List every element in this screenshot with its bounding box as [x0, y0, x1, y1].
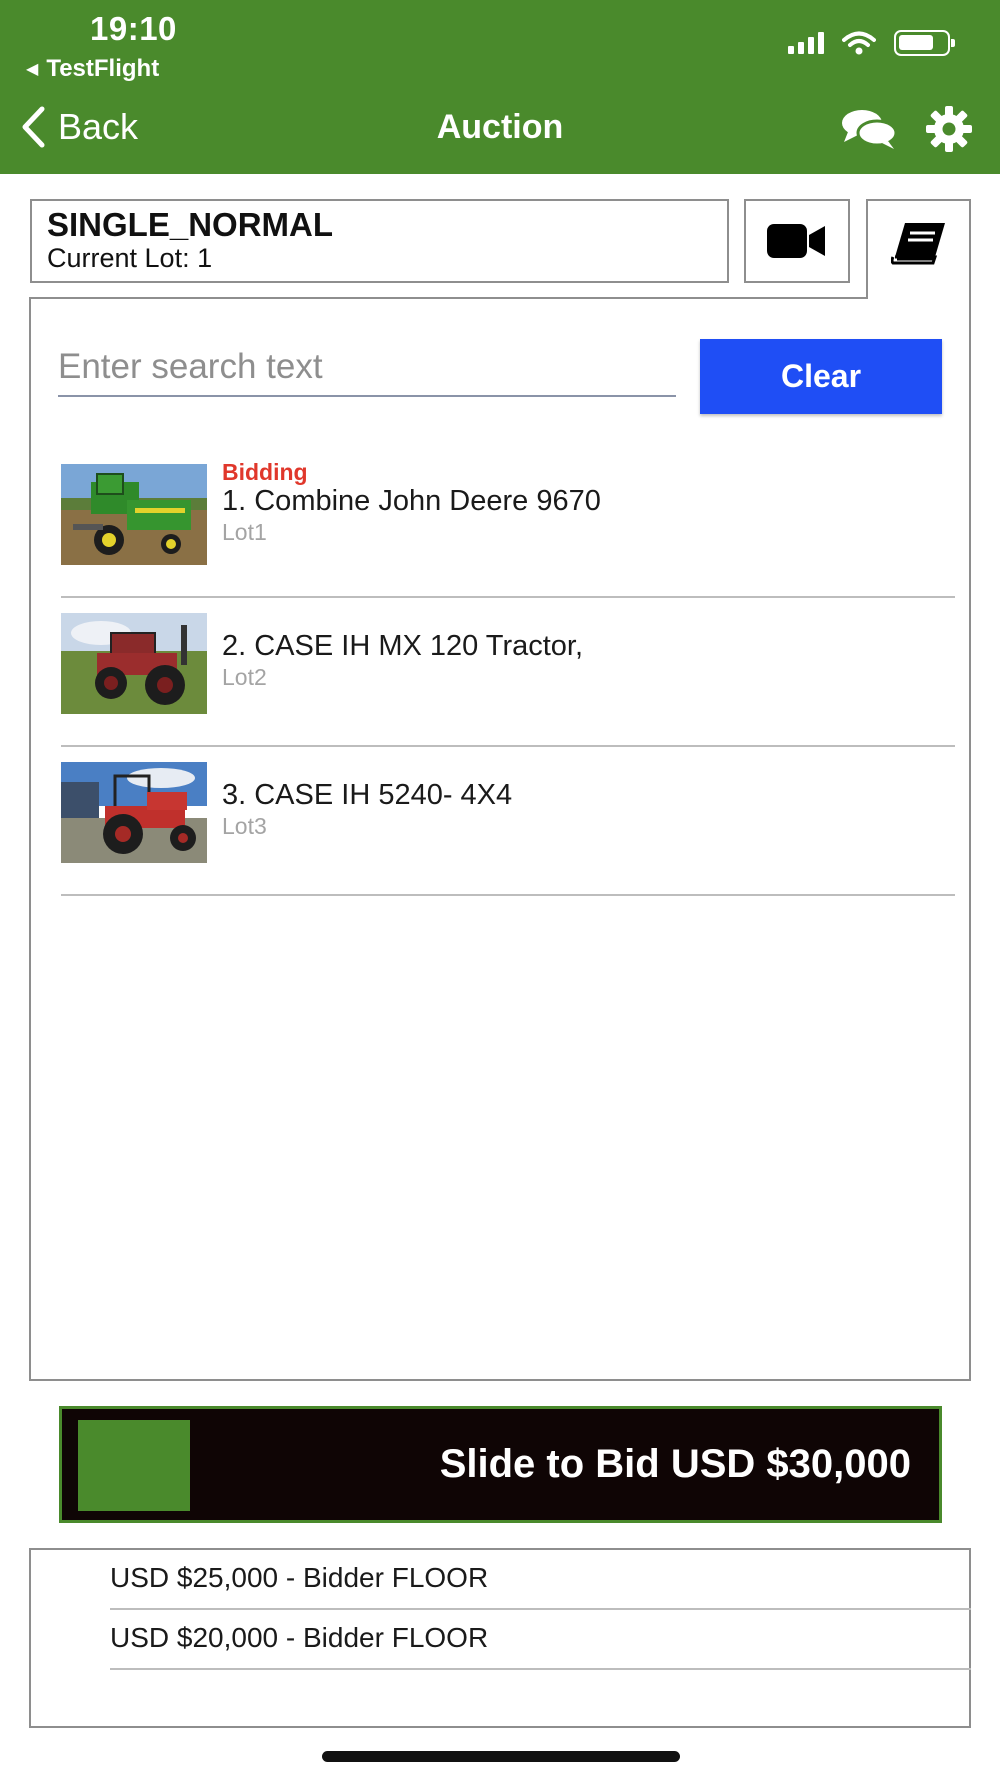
sale-info: SINGLE_NORMAL Current Lot: 1 [30, 199, 729, 283]
video-tab[interactable] [744, 199, 850, 283]
sale-name: SINGLE_NORMAL [47, 206, 334, 243]
search-field[interactable] [58, 339, 676, 397]
catalog-panel: Clear Bidding 1. Combine John Deere 9670… [29, 297, 971, 1381]
lot-thumbnail [61, 464, 207, 565]
slide-to-bid-label: Slide to Bid USD $30,000 [439, 1442, 911, 1486]
search-input[interactable] [58, 347, 676, 387]
status-time: 19:10 [90, 10, 177, 47]
lot-code: Lot1 [222, 519, 267, 545]
gear-icon[interactable] [924, 104, 974, 154]
catalog-tab[interactable] [866, 199, 971, 299]
app-header: 19:10 ◀ TestFlight Back Auction [0, 0, 1000, 174]
catalog-book-icon [890, 223, 945, 265]
bid-history: USD $25,000 - Bidder FLOOR USD $20,000 -… [29, 1548, 971, 1728]
clear-button[interactable]: Clear [700, 339, 942, 414]
back-triangle-icon: ◀ [26, 61, 39, 78]
lot-code: Lot2 [222, 664, 267, 690]
chat-icon[interactable] [840, 108, 898, 150]
lot-thumbnail [61, 762, 207, 863]
lot-name: 1. Combine John Deere 9670 [222, 485, 601, 517]
lot-code: Lot3 [222, 813, 267, 839]
status-icons [788, 30, 955, 56]
wifi-icon [842, 31, 876, 55]
return-app-label: TestFlight [46, 55, 160, 82]
video-camera-icon [767, 224, 825, 258]
current-lot: Current Lot: 1 [47, 243, 213, 273]
return-to-app-link[interactable]: ◀ TestFlight [26, 55, 159, 83]
home-indicator[interactable] [322, 1751, 680, 1762]
lot-item[interactable]: 3. CASE IH 5240- 4X4 Lot3 [61, 747, 955, 896]
lot-status: Bidding [222, 459, 308, 485]
slide-to-bid[interactable]: Slide to Bid USD $30,000 [59, 1406, 942, 1523]
bid-history-item: USD $20,000 - Bidder FLOOR [110, 1610, 971, 1670]
slider-knob[interactable] [78, 1420, 190, 1511]
lot-list: Bidding 1. Combine John Deere 9670 Lot1 … [61, 449, 955, 896]
lot-thumbnail [61, 613, 207, 714]
lot-name: 3. CASE IH 5240- 4X4 [222, 779, 513, 811]
lot-item[interactable]: Bidding 1. Combine John Deere 9670 Lot1 [61, 449, 955, 598]
cellular-signal-icon [788, 32, 824, 54]
bid-history-item: USD $25,000 - Bidder FLOOR [110, 1550, 971, 1610]
lot-item[interactable]: 2. CASE IH MX 120 Tractor, Lot2 [61, 598, 955, 747]
lot-name: 2. CASE IH MX 120 Tractor, [222, 630, 584, 662]
battery-icon [894, 30, 955, 56]
